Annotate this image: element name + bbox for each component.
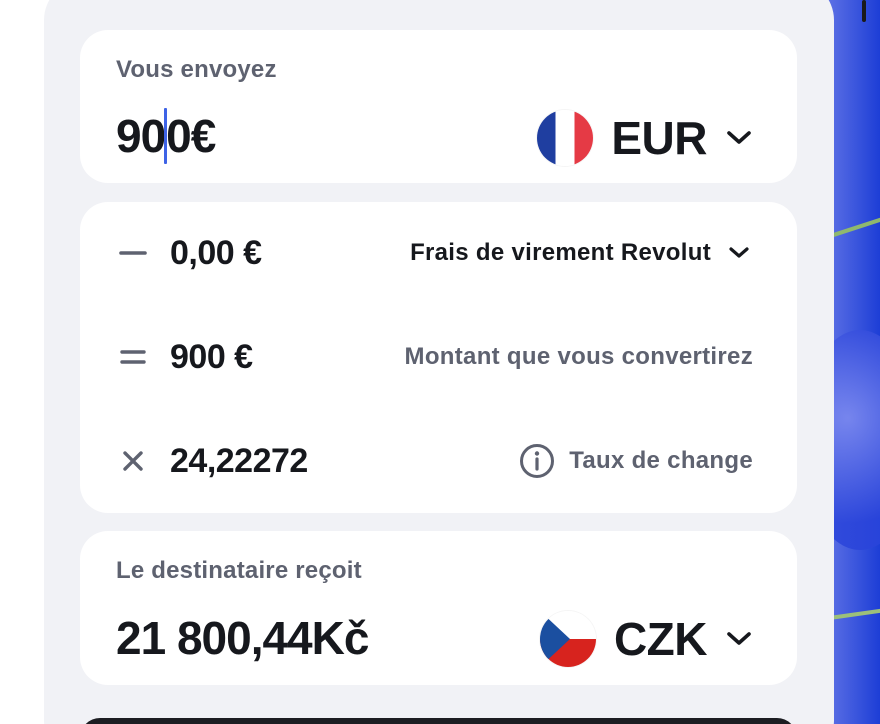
fee-row[interactable]: 0,00 € Frais de virement Revolut — [116, 228, 753, 278]
converted-value: 900 € — [170, 337, 253, 376]
send-amount-text: 0€ — [166, 110, 216, 162]
chevron-down-icon — [725, 124, 753, 152]
scroll-indicator — [862, 0, 866, 22]
continue-button[interactable] — [80, 718, 797, 724]
send-label: Vous envoyez — [116, 56, 277, 83]
receive-amount-card[interactable]: Le destinataire reçoit 21 800,44Kč CZK — [80, 531, 797, 685]
receive-currency-code: CZK — [613, 613, 708, 665]
send-currency-selector[interactable]: EUR — [537, 110, 753, 166]
send-amount-text: 90 — [116, 110, 166, 162]
fee-value: 0,00 € — [170, 233, 262, 272]
chevron-down-icon — [725, 239, 753, 267]
receive-label: Le destinataire reçoit — [116, 557, 362, 584]
minus-icon — [116, 236, 150, 270]
fee-plan-selector[interactable]: Frais de virement Revolut — [410, 239, 753, 267]
chevron-down-icon — [725, 625, 753, 653]
send-amount-card[interactable]: Vous envoyez 90 0€ EUR — [80, 30, 797, 183]
exchange-rate-row: 24,22272 Taux de change — [116, 436, 753, 486]
transfer-screen: Vous envoyez 90 0€ EUR 0,00 € Frais de vi… — [0, 0, 880, 724]
fee-label: Frais de virement Revolut — [410, 239, 711, 266]
send-currency-code: EUR — [611, 112, 707, 164]
converted-label: Montant que vous convertirez — [404, 343, 753, 370]
receive-amount-text: 21 800,44Kč — [116, 612, 369, 664]
converted-amount-row: 900 € Montant que vous convertirez — [116, 332, 753, 382]
multiply-icon — [116, 444, 150, 478]
equals-icon — [116, 340, 150, 374]
receive-currency-selector[interactable]: CZK — [539, 611, 753, 667]
czech-flag-icon — [539, 611, 596, 667]
exchange-rate-label: Taux de change — [569, 447, 753, 474]
flower-stem — [828, 607, 880, 621]
exchange-rate-info[interactable]: Taux de change — [519, 443, 753, 479]
france-flag-icon — [537, 110, 594, 166]
exchange-rate-value: 24,22272 — [170, 441, 308, 480]
receive-amount-input[interactable]: 21 800,44Kč — [116, 611, 369, 665]
info-icon[interactable] — [519, 443, 555, 479]
send-amount-input[interactable]: 90 0€ — [116, 108, 216, 164]
conversion-details-card: 0,00 € Frais de virement Revolut 900 € M… — [80, 202, 797, 513]
